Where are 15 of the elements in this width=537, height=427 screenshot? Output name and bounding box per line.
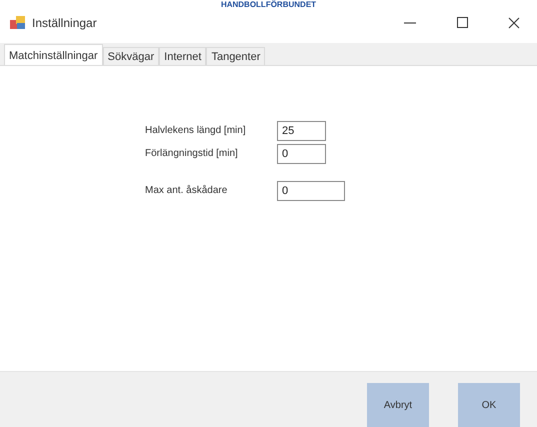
input-field[interactable]: 0 (277, 144, 326, 164)
window-title: Inställningar (32, 16, 97, 30)
field-label: Max ant. åskådare (145, 185, 228, 196)
dialog-button[interactable]: Avbryt (367, 383, 429, 427)
tab[interactable]: Sökvägar (102, 47, 160, 65)
input-field[interactable]: 0 (277, 180, 345, 200)
dialog-button[interactable]: OK (458, 383, 520, 427)
tab[interactable]: Matchinställningar (4, 44, 103, 65)
banner-title: HANDBOLLFÖRBUNDET (220, 0, 316, 9)
app-icon (10, 16, 26, 30)
field-label: Halvlekens längd [min] (145, 125, 247, 136)
input-field[interactable]: 25 (277, 120, 326, 140)
tab[interactable]: Internet (159, 47, 206, 65)
field-label: Förlängningstid [min] (145, 148, 239, 159)
tab[interactable]: Tangenter (206, 47, 266, 65)
